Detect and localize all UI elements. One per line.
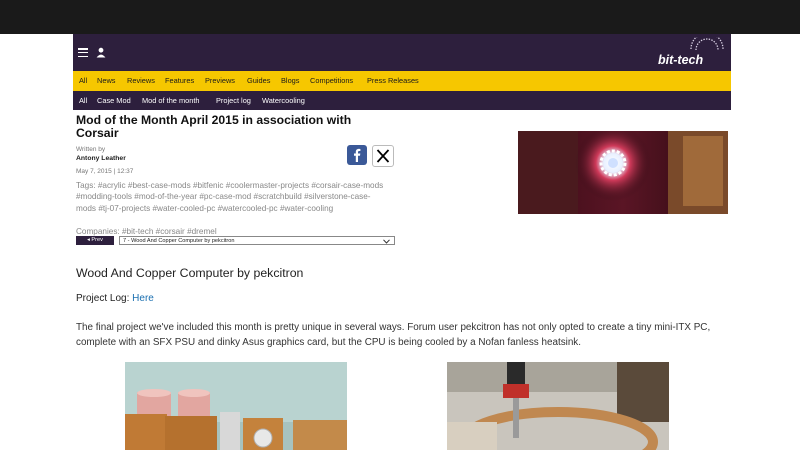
article-title: Mod of the Month April 2015 in associati…: [76, 113, 352, 140]
mainnav-item-guides[interactable]: Guides: [247, 71, 270, 91]
subnav-item-mod-of-the-month[interactable]: Mod of the month: [142, 91, 200, 110]
hero-image[interactable]: [518, 131, 728, 214]
tags-label: Tags:: [76, 181, 98, 190]
author-name[interactable]: Antony Leather: [76, 155, 126, 162]
sub-nav: All Case Mod Mod of the month Project lo…: [73, 91, 731, 110]
tag-link[interactable]: #coolermaster-projects: [226, 181, 309, 190]
article-paragraph: The final project we've included this mo…: [76, 322, 711, 348]
written-by-label: Written by: [76, 146, 106, 153]
tag-link[interactable]: #water-cooled-pc: [152, 204, 215, 213]
browser-top-bar: [0, 0, 800, 34]
logo-text: bit-tech: [658, 53, 704, 67]
project-log-link[interactable]: Here: [132, 293, 154, 304]
mainnav-item-competitions[interactable]: Competitions: [310, 71, 353, 91]
tag-link[interactable]: #watercooled-pc: [218, 204, 278, 213]
prev-page-button[interactable]: ◂ Prev: [76, 236, 114, 245]
section-heading: Wood And Copper Computer by pekcitron: [76, 266, 304, 280]
tag-link[interactable]: #scratchbuild: [254, 192, 302, 201]
facebook-icon: [354, 148, 361, 162]
mainnav-item-news[interactable]: News: [97, 71, 115, 91]
subnav-item-project-log[interactable]: Project log: [216, 91, 251, 110]
tag-link[interactable]: #acrylic: [98, 181, 126, 190]
company-link[interactable]: #bit-tech: [122, 227, 153, 236]
page-select[interactable]: 7 - Wood And Copper Computer by pekcitro…: [119, 236, 395, 245]
project-log-label: Project Log:: [76, 293, 133, 304]
company-link[interactable]: #dremel: [187, 227, 217, 236]
mainnav-item-blogs[interactable]: Blogs: [281, 71, 300, 91]
subnav-item-case-mod[interactable]: Case Mod: [97, 91, 131, 110]
article-image-drilling[interactable]: [447, 362, 669, 450]
x-share-button[interactable]: [372, 145, 394, 167]
mainnav-item-reviews[interactable]: Reviews: [127, 71, 155, 91]
tags-list: Tags: #acrylic #best-case-mods #bitfenic…: [76, 180, 386, 214]
companies-list: Companies: #bit-tech #corsair #dremel: [76, 227, 217, 236]
tag-link[interactable]: #best-case-mods: [128, 181, 191, 190]
site-container: bit-tech All News Reviews Features Previ…: [73, 34, 731, 450]
mainnav-item-features[interactable]: Features: [165, 71, 194, 91]
article-image-computer[interactable]: [125, 362, 347, 450]
chevron-down-icon: [383, 239, 390, 244]
tag-link[interactable]: #water-cooling: [280, 204, 333, 213]
hamburger-icon[interactable]: [78, 48, 88, 58]
page-select-value: 7 - Wood And Copper Computer by pekcitro…: [123, 238, 235, 244]
tag-link[interactable]: #bitfenic: [193, 181, 224, 190]
companies-label: Companies:: [76, 227, 122, 236]
site-header: bit-tech: [73, 34, 731, 71]
facebook-share-button[interactable]: [347, 145, 367, 165]
tag-link[interactable]: #tj-07-projects: [98, 204, 150, 213]
project-log-line: Project Log: Here: [76, 293, 154, 304]
mainnav-item-press-releases[interactable]: Press Releases: [367, 71, 419, 91]
tag-link[interactable]: #modding-tools: [76, 192, 132, 201]
article-date: May 7, 2015 | 12:37: [76, 168, 134, 175]
tag-link[interactable]: #mod-of-the-year: [134, 192, 197, 201]
tag-link[interactable]: #pc-case-mod: [199, 192, 251, 201]
subnav-item-all[interactable]: All: [79, 91, 87, 110]
mainnav-item-previews[interactable]: Previews: [205, 71, 235, 91]
x-icon: [376, 149, 390, 163]
bit-tech-logo[interactable]: bit-tech: [657, 37, 727, 69]
subnav-item-watercooling[interactable]: Watercooling: [262, 91, 305, 110]
company-link[interactable]: #corsair: [156, 227, 185, 236]
tag-link[interactable]: #corsair-case-mods: [311, 181, 383, 190]
main-nav: All News Reviews Features Previews Guide…: [73, 71, 731, 91]
user-icon[interactable]: [96, 47, 106, 58]
mainnav-item-all[interactable]: All: [79, 71, 87, 91]
